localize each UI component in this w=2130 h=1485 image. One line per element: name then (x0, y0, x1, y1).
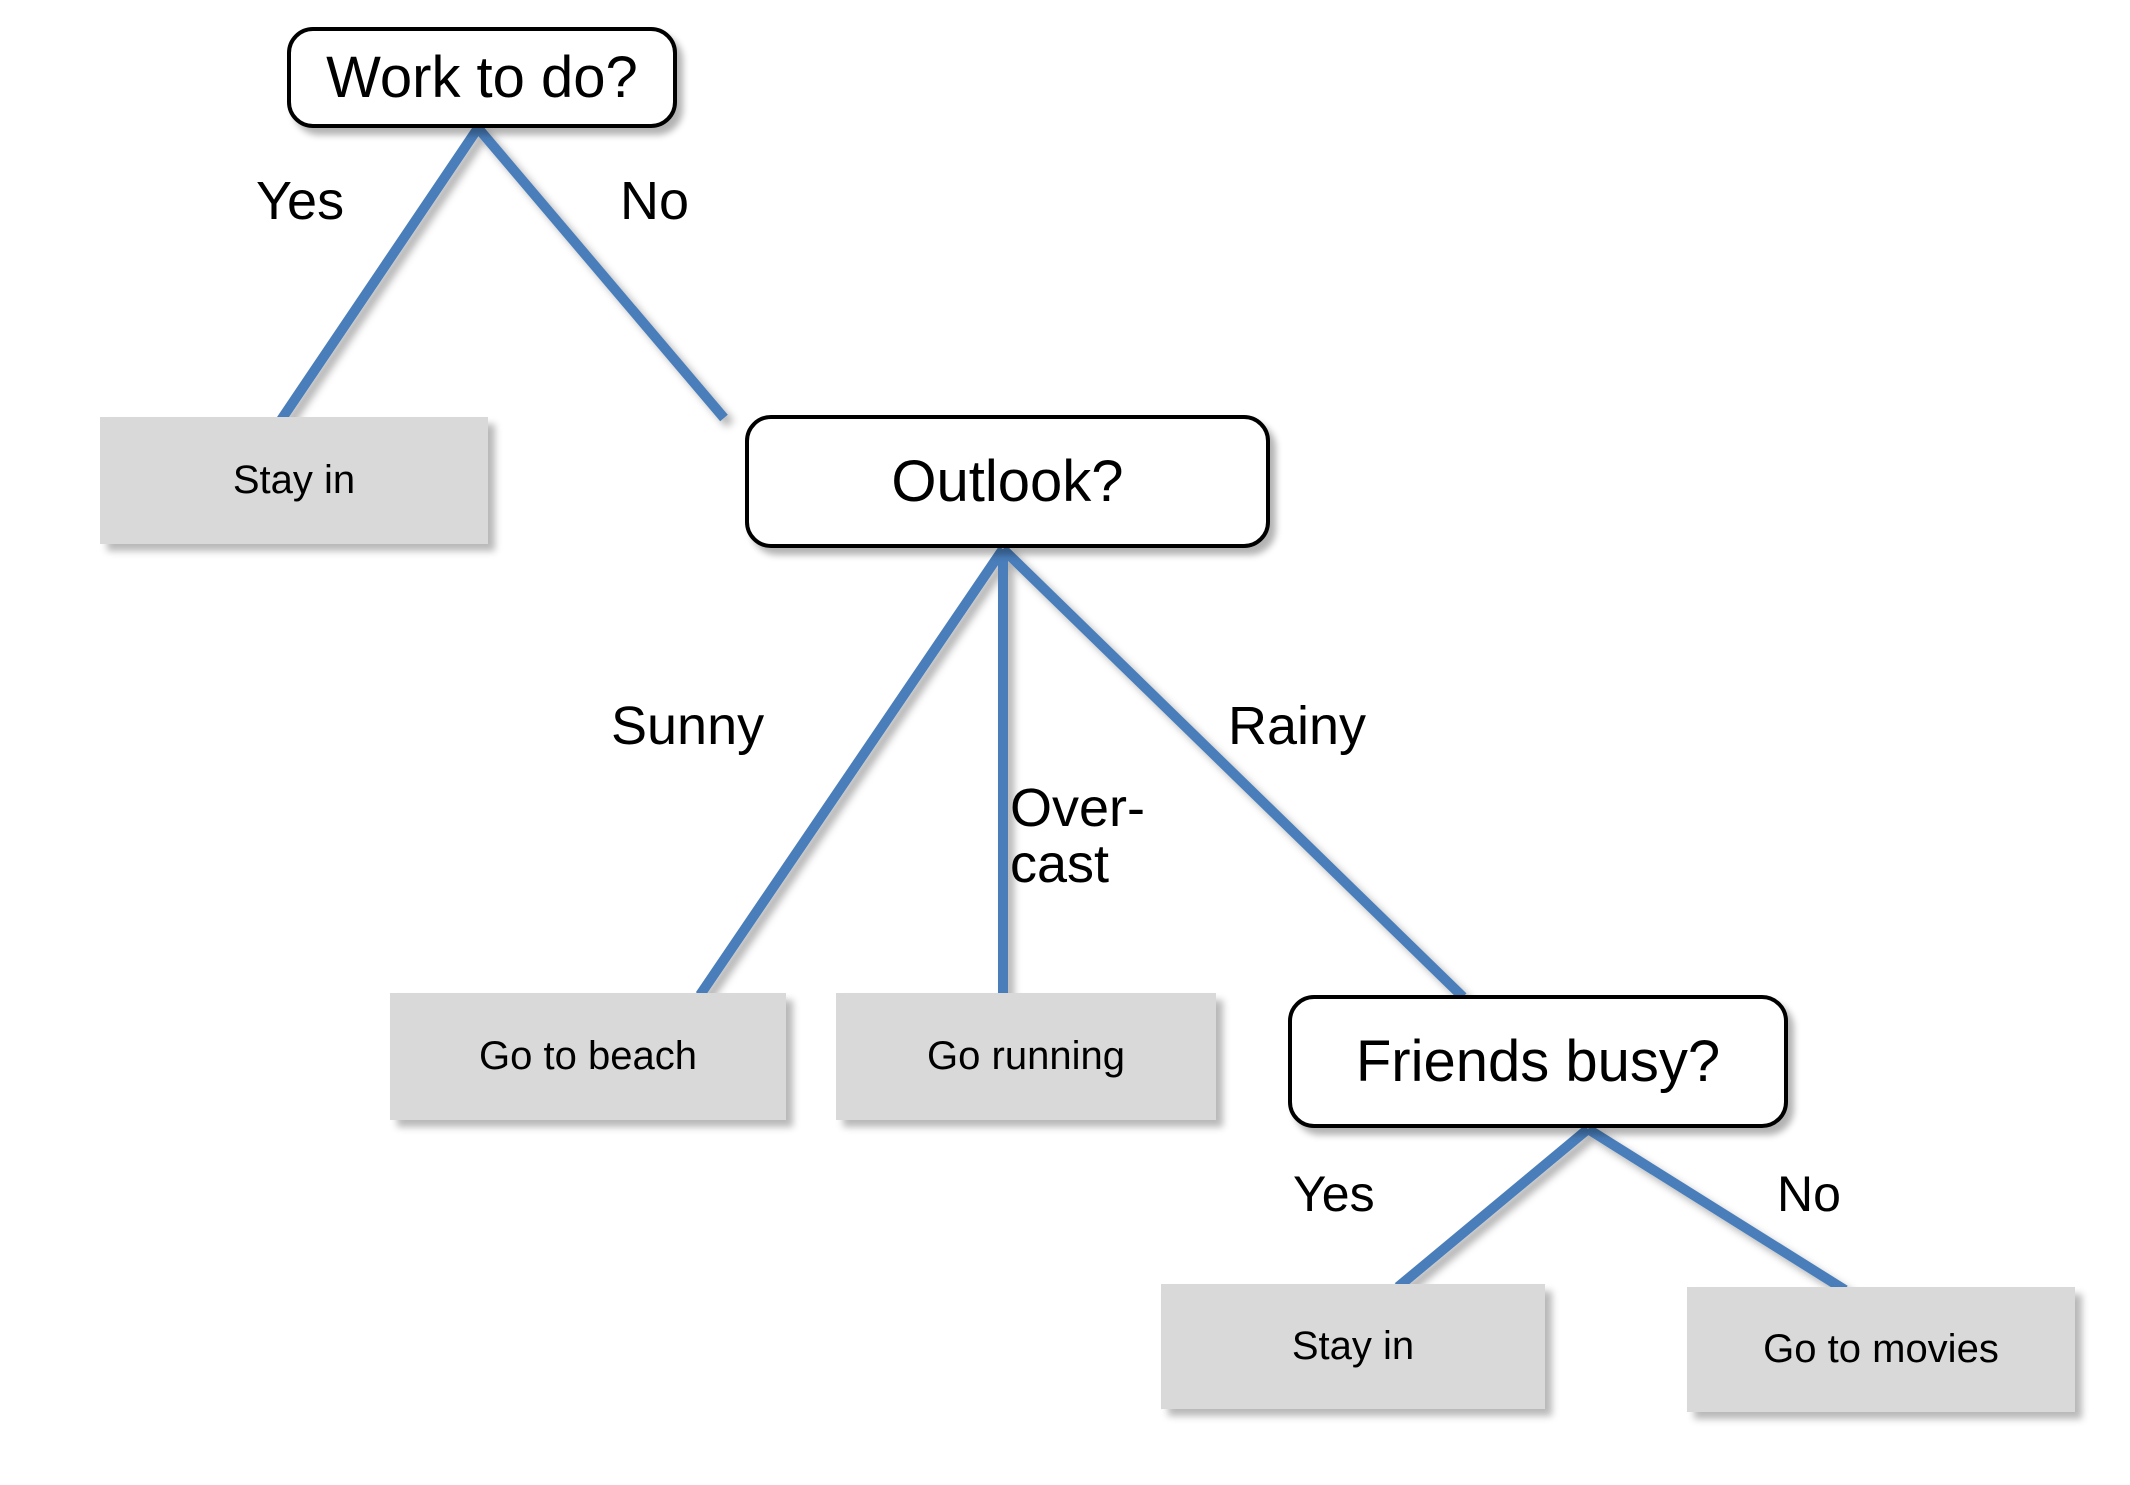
tree-node-label-movies: Go to movies (1763, 1327, 1999, 1371)
tree-edge-outlook-rainy (999, 545, 1467, 1001)
tree-node-label-stay_in_2: Stay in (1291, 1324, 1415, 1368)
tree-label-outlook-rainy: Rainy (1228, 696, 1367, 756)
tree-label-work-yes: Yes (256, 171, 345, 231)
tree-node-friends[interactable]: Friends busy? (1288, 995, 1788, 1128)
tree-node-work[interactable]: Work to do? (287, 27, 677, 128)
tree-label-friends-yes: Yes (1293, 1166, 1375, 1222)
tree-node-running[interactable]: Go running (836, 993, 1216, 1120)
tree-node-label-outlook: Outlook? (891, 449, 1124, 514)
decision-tree-diagram: Work to do? Stay in Outlook? Go to beach Go … (0, 0, 2130, 1485)
tree-node-label-stay_in_1: Stay in (232, 458, 356, 502)
tree-node-label-beach: Go to beach (479, 1034, 697, 1078)
tree-edge-outlook-sunny (695, 546, 1008, 998)
tree-node-beach[interactable]: Go to beach (390, 993, 786, 1120)
tree-label-outlook-over: Over- cast (1010, 778, 1145, 895)
tree-node-label-friends: Friends busy? (1355, 1029, 1721, 1094)
tree-node-label-running: Go running (927, 1034, 1125, 1078)
tree-label-outlook-sunny: Sunny (611, 696, 765, 756)
tree-node-movies[interactable]: Go to movies (1687, 1287, 2075, 1412)
tree-label-friends-no: No (1777, 1166, 1841, 1222)
tree-node-outlook[interactable]: Outlook? (745, 415, 1270, 548)
tree-node-stay_in_1[interactable]: Stay in (100, 417, 488, 544)
tree-node-stay_in_2[interactable]: Stay in (1161, 1284, 1545, 1409)
tree-label-work-no: No (620, 171, 690, 231)
tree-node-label-work: Work to do? (326, 45, 638, 110)
